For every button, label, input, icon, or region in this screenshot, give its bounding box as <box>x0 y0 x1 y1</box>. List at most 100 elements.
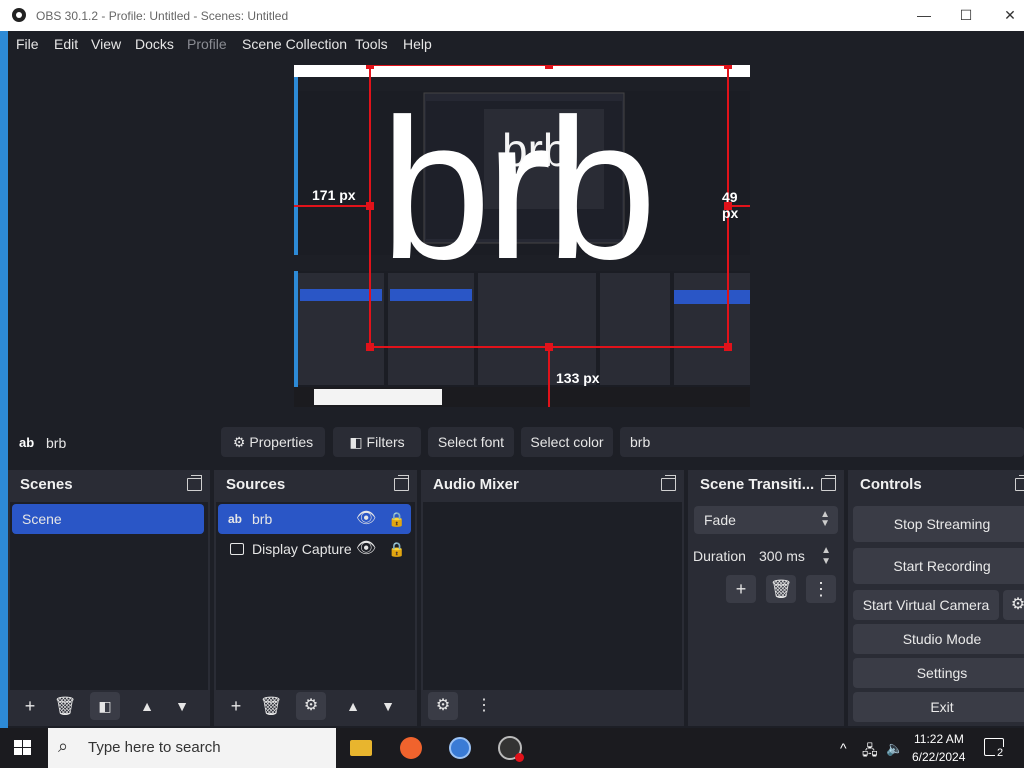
gear-icon: ⚙ <box>232 434 246 450</box>
current-source-name: brb <box>46 435 67 451</box>
preview-canvas[interactable]: brb brb 171 px 49 px 133 px <box>294 65 750 407</box>
minimize-button[interactable]: — <box>904 4 944 26</box>
add-scene-icon[interactable]: + <box>15 692 45 720</box>
chevron-up-icon[interactable]: ^ <box>840 740 847 756</box>
undock-icon[interactable] <box>394 475 409 491</box>
obs-logo-icon <box>12 8 26 22</box>
undock-icon[interactable] <box>661 475 676 491</box>
maximize-button[interactable]: ☐ <box>946 4 986 26</box>
title-bar: OBS 30.1.2 - Profile: Untitled - Scenes:… <box>0 0 1024 31</box>
move-down-icon[interactable]: ▼ <box>167 692 197 720</box>
remove-scene-trash-icon[interactable]: 🗑 <box>50 692 80 720</box>
add-source-icon[interactable]: + <box>221 692 251 720</box>
monitor-icon <box>230 543 244 555</box>
distance-bottom-label: 133 px <box>556 370 600 386</box>
sources-list: ab brb 👁 🔒 Display Capture 👁 🔒 <box>216 502 415 690</box>
move-up-icon[interactable]: ▲ <box>132 692 162 720</box>
menu-file[interactable]: File <box>16 36 39 52</box>
move-down-icon[interactable]: ▼ <box>373 692 403 720</box>
scenes-dock: Scenes Scene + 🗑 ◧ ▲ ▼ <box>8 470 210 726</box>
menu-edit[interactable]: Edit <box>54 36 78 52</box>
brb-text-nested: brb <box>502 124 569 176</box>
menu-tools[interactable]: Tools <box>355 36 388 52</box>
filter-icon: ◧ <box>349 434 363 450</box>
brb-text-overlay[interactable]: brb <box>380 90 657 290</box>
notification-count: 2 <box>995 747 1006 759</box>
sources-dock: Sources ab brb 👁 🔒 Display Capture 👁 🔒 +… <box>214 470 417 726</box>
start-recording-button[interactable]: Start Recording <box>853 548 1024 584</box>
windows-start-icon[interactable] <box>14 740 32 756</box>
undock-icon[interactable] <box>187 475 202 491</box>
add-transition-icon[interactable]: + <box>726 575 756 603</box>
eye-icon[interactable]: 👁 <box>356 534 376 564</box>
transition-select[interactable]: Fade ▲ ▼ <box>694 506 838 534</box>
settings-button[interactable]: Settings <box>853 658 1024 688</box>
undock-icon[interactable] <box>1015 475 1024 491</box>
text-source-icon: ab <box>19 435 35 450</box>
lock-icon[interactable]: 🔒 <box>388 504 405 534</box>
stop-streaming-button[interactable]: Stop Streaming <box>853 506 1024 542</box>
remove-source-trash-icon[interactable]: 🗑 <box>256 692 286 720</box>
menu-help[interactable]: Help <box>403 36 432 52</box>
advanced-audio-gear-icon[interactable]: ⚙ <box>428 692 458 720</box>
sources-title: Sources <box>226 476 286 493</box>
search-placeholder: Type here to search <box>88 739 221 756</box>
menu-profile[interactable]: Profile <box>187 36 227 52</box>
virtual-camera-gear-icon[interactable]: ⚙ <box>1003 590 1024 620</box>
updown-arrows-icon: ▲ ▼ <box>820 509 830 529</box>
audio-mixer-title: Audio Mixer <box>433 476 519 493</box>
menu-view[interactable]: View <box>91 36 121 52</box>
file-explorer-icon[interactable] <box>350 740 372 756</box>
text-value-field[interactable]: brb <box>620 427 1024 457</box>
volume-muted-icon[interactable]: 🔈 <box>886 740 903 757</box>
more-options-icon[interactable]: ⋮ <box>469 692 499 720</box>
audio-mixer-body <box>423 502 682 690</box>
scene-transitions-dock: Scene Transiti... Fade ▲ ▼ Duration 300 m… <box>688 470 844 726</box>
window-title: OBS 30.1.2 - Profile: Untitled - Scenes:… <box>36 9 289 23</box>
scene-item[interactable]: Scene <box>12 504 204 534</box>
source-properties-gear-icon[interactable]: ⚙ <box>296 692 326 720</box>
move-up-icon[interactable]: ▲ <box>338 692 368 720</box>
network-icon[interactable]: 🖧 <box>862 740 878 764</box>
clock-time[interactable]: 11:22 AM <box>914 732 964 746</box>
source-toolbar: ab brb ⚙ Properties ◧ Filters Select font … <box>8 424 1024 462</box>
undock-icon[interactable] <box>821 475 836 491</box>
select-color-button[interactable]: Select color <box>521 427 613 457</box>
clock-date[interactable]: 6/22/2024 <box>912 750 965 764</box>
windows-taskbar: ⌕ Type here to search ^ 🖧 🔈 11:22 AM 6/2… <box>0 728 1024 768</box>
chrome-icon[interactable] <box>449 737 471 759</box>
duration-label: Duration <box>693 548 746 564</box>
distance-right-label: 49 px <box>722 189 739 221</box>
spin-arrows-icon: ▲ ▼ <box>821 545 831 567</box>
scene-transitions-title: Scene Transiti... <box>700 476 815 493</box>
controls-title: Controls <box>860 476 922 493</box>
lock-icon[interactable]: 🔒 <box>388 534 405 564</box>
text-source-icon: ab <box>228 512 243 526</box>
menu-bar: File Edit View Docks Profile Scene Colle… <box>8 31 1024 57</box>
remove-transition-trash-icon[interactable]: 🗑 <box>766 575 796 603</box>
menu-scene-collection[interactable]: Scene Collection <box>242 36 347 52</box>
scenes-list: Scene <box>10 502 208 690</box>
menu-docks[interactable]: Docks <box>135 36 174 52</box>
properties-button[interactable]: ⚙ Properties <box>221 427 325 457</box>
distance-left-label: 171 px <box>312 187 356 203</box>
exit-button[interactable]: Exit <box>853 692 1024 722</box>
window-left-border <box>0 31 8 768</box>
source-item-brb[interactable]: ab brb 👁 🔒 <box>218 504 411 534</box>
transition-properties-icon[interactable]: ⋮ <box>806 575 836 603</box>
eye-icon[interactable]: 👁 <box>356 504 376 534</box>
filters-button[interactable]: ◧ Filters <box>333 427 421 457</box>
obs-taskbar-icon[interactable] <box>498 736 524 762</box>
firefox-icon[interactable] <box>400 737 422 759</box>
taskbar-search-box[interactable]: ⌕ Type here to search <box>48 728 336 768</box>
duration-spinbox[interactable]: 300 ms ▲ ▼ <box>751 542 837 570</box>
source-item-display-capture[interactable]: Display Capture 👁 🔒 <box>218 534 411 564</box>
start-virtual-camera-button[interactable]: Start Virtual Camera <box>853 590 999 620</box>
scene-filters-icon[interactable]: ◧ <box>90 692 120 720</box>
audio-mixer-dock: Audio Mixer ⚙ ⋮ <box>421 470 684 726</box>
search-icon: ⌕ <box>58 736 69 756</box>
select-font-button[interactable]: Select font <box>428 427 514 457</box>
close-button[interactable]: ✕ <box>990 4 1024 26</box>
scenes-title: Scenes <box>20 476 73 493</box>
studio-mode-button[interactable]: Studio Mode <box>853 624 1024 654</box>
